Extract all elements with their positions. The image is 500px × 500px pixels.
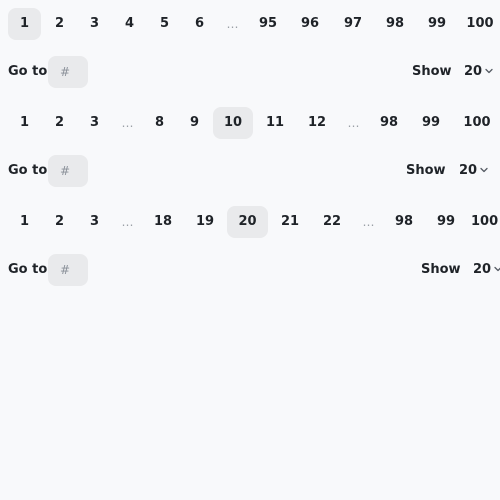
chevron-down-icon [494,266,500,272]
page-size-select[interactable]: 20 [459,155,488,187]
page-button[interactable]: 100 [460,8,500,40]
chevron-down-icon [480,167,488,173]
goto-page-input[interactable] [48,254,88,286]
page-button[interactable]: 6 [183,8,216,40]
page-ellipsis: … [226,17,239,31]
page-list: 1 2 3 … 8 9 10 11 12 … 98 99 100 [0,107,500,139]
page-size-value: 20 [473,262,492,277]
page-button[interactable]: 99 [418,8,456,40]
page-button[interactable]: 9 [178,107,211,139]
page-button[interactable]: 20 [227,206,268,238]
pagination-controls: Go to Show 20 [0,155,500,187]
page-button[interactable]: 98 [385,206,423,238]
page-button[interactable]: 2 [43,206,76,238]
page-button[interactable]: 2 [43,107,76,139]
page-button[interactable]: 3 [78,107,111,139]
page-ellipsis: … [347,116,360,130]
page-button[interactable]: 96 [291,8,329,40]
page-size-value: 20 [464,64,483,79]
page-list: 1 2 3 4 5 6 … 95 96 97 98 99 100 [0,8,500,40]
show-label: Show [406,163,446,178]
page-button[interactable]: 4 [113,8,146,40]
pagination-controls: Go to Show 20 [0,56,500,88]
page-button[interactable]: 99 [412,107,450,139]
goto-label: Go to [8,163,48,178]
page-button[interactable]: 95 [249,8,287,40]
page-list: 1 2 3 … 18 19 20 21 22 … 98 99 100 [0,206,500,238]
pagination-1: 1 2 3 4 5 6 … 95 96 97 98 99 100 Go to S… [0,8,500,88]
page-size-select[interactable]: 20 [464,56,493,88]
show-label: Show [412,64,452,79]
goto-label: Go to [8,262,48,277]
show-label: Show [421,262,461,277]
goto-label: Go to [8,64,48,79]
page-button[interactable]: 12 [298,107,336,139]
pagination-3: 1 2 3 … 18 19 20 21 22 … 98 99 100 Go to… [0,206,500,286]
page-button[interactable]: 99 [427,206,465,238]
page-button[interactable]: 3 [78,206,111,238]
page-button[interactable]: 100 [471,206,500,238]
chevron-down-icon [485,68,493,74]
page-button[interactable]: 10 [213,107,253,139]
page-ellipsis: … [121,215,134,229]
goto-page-input[interactable] [48,155,88,187]
page-button[interactable]: 22 [313,206,351,238]
page-ellipsis: … [362,215,375,229]
page-button[interactable]: 8 [143,107,176,139]
page-button[interactable]: 100 [456,107,498,139]
page-button[interactable]: 3 [78,8,111,40]
pagination-controls: Go to Show 20 [0,254,500,286]
page-button[interactable]: 5 [148,8,181,40]
page-button[interactable]: 18 [144,206,182,238]
page-button[interactable]: 97 [334,8,372,40]
page-button[interactable]: 98 [376,8,414,40]
page-size-select[interactable]: 20 [473,254,500,286]
page-button[interactable]: 98 [370,107,408,139]
page-button[interactable]: 1 [8,107,41,139]
pagination-2: 1 2 3 … 8 9 10 11 12 … 98 99 100 Go to S… [0,107,500,187]
page-ellipsis: … [121,116,134,130]
page-button[interactable]: 1 [8,8,41,40]
goto-page-input[interactable] [48,56,88,88]
page-button[interactable]: 1 [8,206,41,238]
page-button[interactable]: 21 [271,206,309,238]
page-button[interactable]: 2 [43,8,76,40]
page-button[interactable]: 19 [186,206,224,238]
page-button[interactable]: 11 [256,107,294,139]
page-size-value: 20 [459,163,478,178]
